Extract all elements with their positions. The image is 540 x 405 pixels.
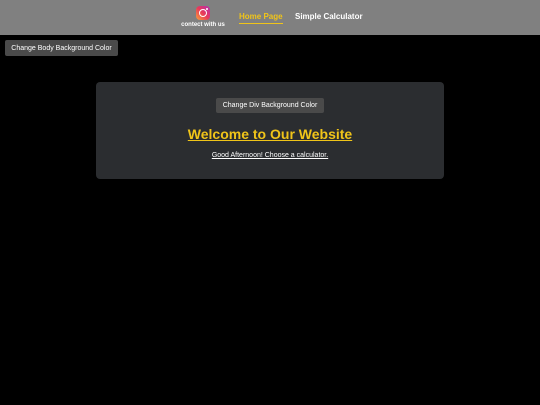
- welcome-panel: Change Div Background Color Welcome to O…: [96, 82, 444, 179]
- navbar: contect with us Home Page Simple Calcula…: [0, 0, 540, 35]
- nav-simple-calculator[interactable]: Simple Calculator: [295, 12, 363, 21]
- contact-link[interactable]: contect with us: [180, 6, 226, 28]
- change-body-background-button[interactable]: Change Body Background Color: [5, 40, 118, 56]
- change-div-background-button[interactable]: Change Div Background Color: [216, 98, 324, 113]
- contact-label: contect with us: [181, 22, 225, 28]
- greeting-text: Good Afternoon! Choose a calculator.: [211, 152, 329, 159]
- nav-home-page[interactable]: Home Page: [239, 12, 283, 24]
- welcome-heading: Welcome to Our Website: [187, 126, 353, 142]
- instagram-icon[interactable]: [196, 6, 210, 20]
